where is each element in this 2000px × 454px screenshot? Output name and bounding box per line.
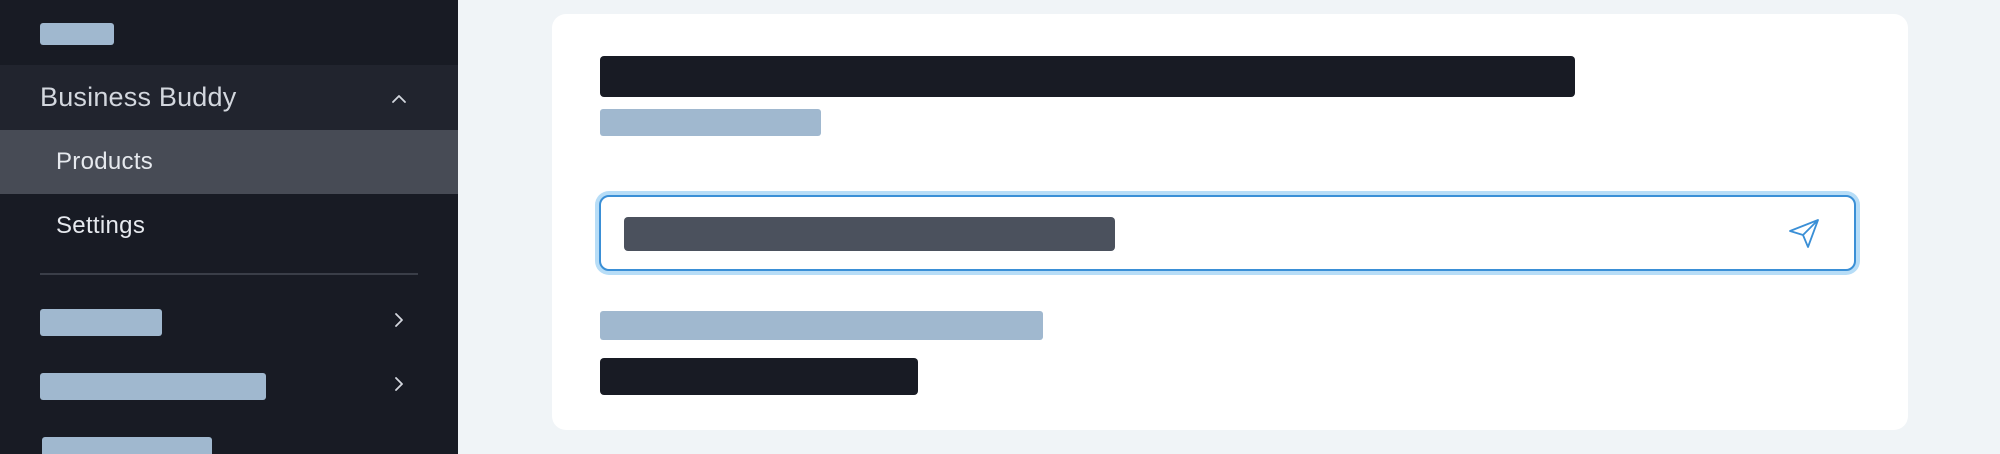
- chevron-right-icon[interactable]: [392, 375, 406, 393]
- prompt-input-focus-ring: [595, 191, 1860, 275]
- chevron-right-icon[interactable]: [392, 311, 406, 329]
- sidebar-item-placeholder[interactable]: [40, 309, 162, 336]
- sidebar-divider: [40, 273, 418, 275]
- section-label-placeholder: [600, 311, 1043, 340]
- sidebar: Business Buddy Products Settings: [0, 0, 458, 454]
- sidebar-section-title: Business Buddy: [40, 82, 237, 112]
- chevron-up-icon: [392, 95, 406, 103]
- send-icon[interactable]: [1786, 215, 1822, 251]
- sidebar-item-products[interactable]: Products: [0, 130, 458, 194]
- sidebar-section-business-buddy[interactable]: Business Buddy: [0, 65, 458, 130]
- page-title-placeholder: [600, 56, 1575, 97]
- sidebar-item-settings[interactable]: Settings: [0, 194, 458, 258]
- section-value-placeholder: [600, 358, 918, 395]
- prompt-input-text-placeholder: [624, 217, 1115, 251]
- sidebar-item-placeholder[interactable]: [40, 373, 266, 400]
- sidebar-item-label: Products: [56, 148, 154, 175]
- sidebar-item-label: Settings: [56, 212, 146, 239]
- page-subtitle-placeholder: [600, 109, 821, 136]
- sidebar-item-placeholder[interactable]: [42, 437, 212, 454]
- prompt-input[interactable]: [599, 195, 1856, 271]
- main-card: [552, 14, 1908, 430]
- sidebar-top-placeholder: [40, 23, 114, 45]
